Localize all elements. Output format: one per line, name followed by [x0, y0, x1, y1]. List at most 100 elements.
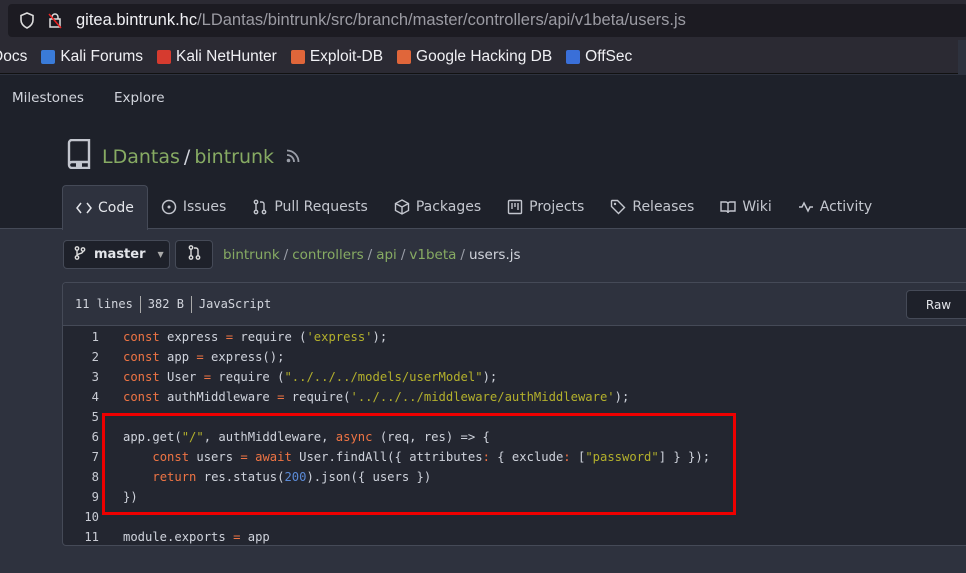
tab-issues[interactable]: Issues	[148, 185, 240, 229]
code-line: 9})	[63, 487, 966, 507]
raw-button[interactable]: Raw	[906, 290, 966, 319]
breadcrumb-repo[interactable]: bintrunk	[223, 247, 280, 263]
bookmark-label: Kali Forums	[60, 47, 144, 65]
code-token: =	[277, 390, 285, 404]
bookmark-item[interactable]: Docs	[0, 48, 27, 66]
bookmark-item[interactable]: Kali Forums	[41, 48, 143, 66]
tab-pull-requests[interactable]: Pull Requests	[239, 185, 380, 229]
rss-icon[interactable]	[286, 146, 300, 168]
code-token: );	[614, 390, 630, 404]
code-token: "../../../models/userModel"	[284, 370, 483, 384]
bookmark-label: Exploit-DB	[309, 47, 384, 65]
breadcrumb-v1beta[interactable]: v1beta	[409, 247, 456, 263]
url-text[interactable]: gitea.bintrunk.hc/LDantas/bintrunk/src/b…	[76, 11, 686, 30]
file-language: JavaScript	[198, 297, 272, 311]
tab-activity[interactable]: Activity	[785, 185, 885, 229]
tab-wiki[interactable]: Wiki	[707, 185, 784, 229]
bookmark-item[interactable]: OffSec	[566, 48, 632, 66]
bookmark-label: Docs	[0, 47, 28, 65]
code-token: })	[123, 490, 138, 504]
pull-request-icon	[253, 199, 267, 215]
bookmark-item[interactable]: Kali NetHunter	[157, 48, 277, 66]
project-icon	[507, 199, 523, 215]
tab-label: Wiki	[742, 199, 772, 215]
code-line: 5	[63, 407, 966, 427]
code-line: 2 const app = express();	[63, 347, 966, 367]
code-token: authMiddleware	[159, 390, 278, 404]
code-token: 'express'	[306, 330, 373, 344]
code-token: app.get(	[123, 430, 182, 444]
breadcrumb-controllers[interactable]: controllers	[292, 247, 363, 263]
code-icon	[76, 202, 92, 214]
code-line: 10	[63, 507, 966, 527]
tab-label: Pull Requests	[274, 199, 368, 215]
breadcrumb-file: users.js	[468, 246, 521, 263]
line-number[interactable]: 7	[63, 450, 99, 464]
address-bar[interactable]: gitea.bintrunk.hc/LDantas/bintrunk/src/b…	[8, 4, 966, 37]
line-number[interactable]: 9	[63, 490, 99, 504]
code-token: (req, res) => {	[372, 430, 490, 444]
code-token: :	[563, 450, 571, 464]
tab-label: Code	[98, 200, 134, 216]
line-number[interactable]: 4	[63, 390, 99, 404]
pulse-icon	[798, 201, 813, 213]
code-token: ] } });	[658, 450, 711, 464]
code-token: const	[123, 390, 160, 404]
insecure-lock-icon[interactable]	[46, 12, 64, 30]
file-size: 382 B	[147, 297, 184, 311]
line-number[interactable]: 2	[63, 350, 99, 364]
code-token: const	[123, 330, 160, 344]
code-token: );	[482, 370, 498, 384]
code-token: users	[189, 450, 241, 464]
repo-name-link[interactable]: bintrunk	[194, 146, 274, 168]
code-line: 7 const users = await User.findAll({ att…	[63, 447, 966, 467]
code-token: await	[255, 450, 292, 464]
code-token: =	[240, 450, 248, 464]
code-token: , authMiddleware,	[203, 430, 336, 444]
code-view: 1 const express = require ('express'); 2 co…	[63, 326, 966, 545]
branch-selector[interactable]: master ▼	[63, 240, 170, 269]
line-number[interactable]: 11	[63, 530, 99, 544]
file-header: 11 lines 382 B JavaScript Raw	[63, 283, 966, 326]
tab-code[interactable]: Code	[62, 185, 148, 230]
tab-projects[interactable]: Projects	[494, 185, 597, 229]
shield-icon[interactable]	[18, 12, 36, 30]
nav-explore[interactable]: Explore	[114, 90, 165, 106]
branch-icon	[74, 245, 86, 264]
line-number[interactable]: 3	[63, 370, 99, 384]
line-number[interactable]: 6	[63, 430, 99, 444]
issue-icon	[161, 199, 177, 215]
tab-releases[interactable]: Releases	[597, 185, 707, 229]
book-icon	[720, 201, 737, 214]
bookmark-favicon-icon	[566, 49, 581, 64]
nav-milestones[interactable]: Milestones	[12, 90, 84, 106]
tab-label: Issues	[182, 199, 227, 215]
compare-button[interactable]	[175, 240, 213, 269]
code-token: return	[152, 470, 197, 484]
breadcrumb-api[interactable]: api	[376, 247, 397, 263]
line-number[interactable]: 5	[63, 410, 99, 424]
tab-packages[interactable]: Packages	[381, 185, 494, 229]
bookmarks-bar: Docs Kali Forums Kali NetHunter Exploit-DB G…	[0, 40, 958, 74]
bookmark-label: Google Hacking DB	[416, 47, 553, 65]
code-token: '../../../middleware/authMiddleware'	[350, 390, 615, 404]
code-token: { exclude	[489, 450, 564, 464]
line-number[interactable]: 8	[63, 470, 99, 484]
line-number[interactable]: 1	[63, 330, 99, 344]
code-token: );	[372, 330, 388, 344]
repo-owner-link[interactable]: LDantas	[102, 146, 180, 168]
bookmark-favicon-icon	[290, 49, 305, 64]
bookmark-item[interactable]: Google Hacking DB	[397, 48, 552, 66]
code-token: app	[159, 350, 197, 364]
bookmark-item[interactable]: Exploit-DB	[290, 47, 384, 66]
line-count: 11 lines	[75, 297, 133, 311]
line-number[interactable]: 10	[63, 510, 99, 524]
bookmark-label: OffSec	[585, 47, 633, 65]
code-token: module.exports	[123, 530, 234, 544]
code-token: app	[240, 530, 270, 544]
code-token: ).json({ users })	[306, 470, 432, 484]
code-token: async	[335, 430, 373, 444]
code-line: 6 app.get("/", authMiddleware, async (req…	[63, 427, 966, 447]
